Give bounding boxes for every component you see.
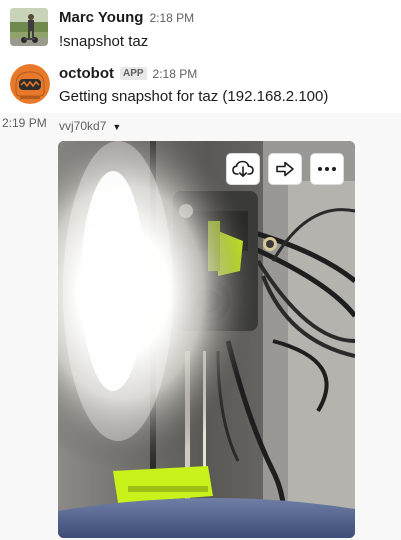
octobot-avatar-icon [10, 64, 50, 104]
message-octobot: octobot APP 2:18 PM Getting snapshot for t… [0, 62, 401, 112]
message-author-line: Marc Young 2:18 PM [59, 9, 194, 26]
cloud-download-icon [232, 160, 254, 177]
share-arrow-icon [276, 161, 294, 177]
share-button[interactable] [268, 153, 302, 185]
message-marc-young: Marc Young 2:18 PM !snapshot taz [0, 0, 401, 60]
app-badge: APP [119, 67, 147, 80]
message-text: !snapshot taz [59, 33, 149, 50]
download-button[interactable] [226, 153, 260, 185]
author-name[interactable]: Marc Young [59, 9, 143, 26]
caret-down-icon[interactable]: ▼ [112, 122, 121, 132]
more-actions-button[interactable] [310, 153, 344, 185]
message-time[interactable]: 2:18 PM [153, 67, 198, 81]
author-name[interactable]: octobot [59, 65, 114, 82]
snapshot-image[interactable] [58, 141, 355, 538]
printer-snapshot-photo [58, 141, 355, 538]
message-time[interactable]: 2:18 PM [149, 11, 194, 25]
user-avatar[interactable] [10, 8, 48, 46]
octobot-avatar[interactable] [10, 64, 50, 104]
attachment-action-bar [226, 153, 344, 185]
message-author-line: octobot APP 2:18 PM [59, 65, 197, 82]
user-photo-avatar [10, 8, 48, 46]
file-name-label: vvj70kd7 [59, 119, 107, 133]
attachment-file-name[interactable]: vvj70kd7 ▼ [59, 119, 121, 133]
attachment-time[interactable]: 2:19 PM [2, 116, 47, 130]
more-actions-icon [318, 167, 336, 171]
message-text: Getting snapshot for taz (192.168.2.100) [59, 88, 329, 105]
